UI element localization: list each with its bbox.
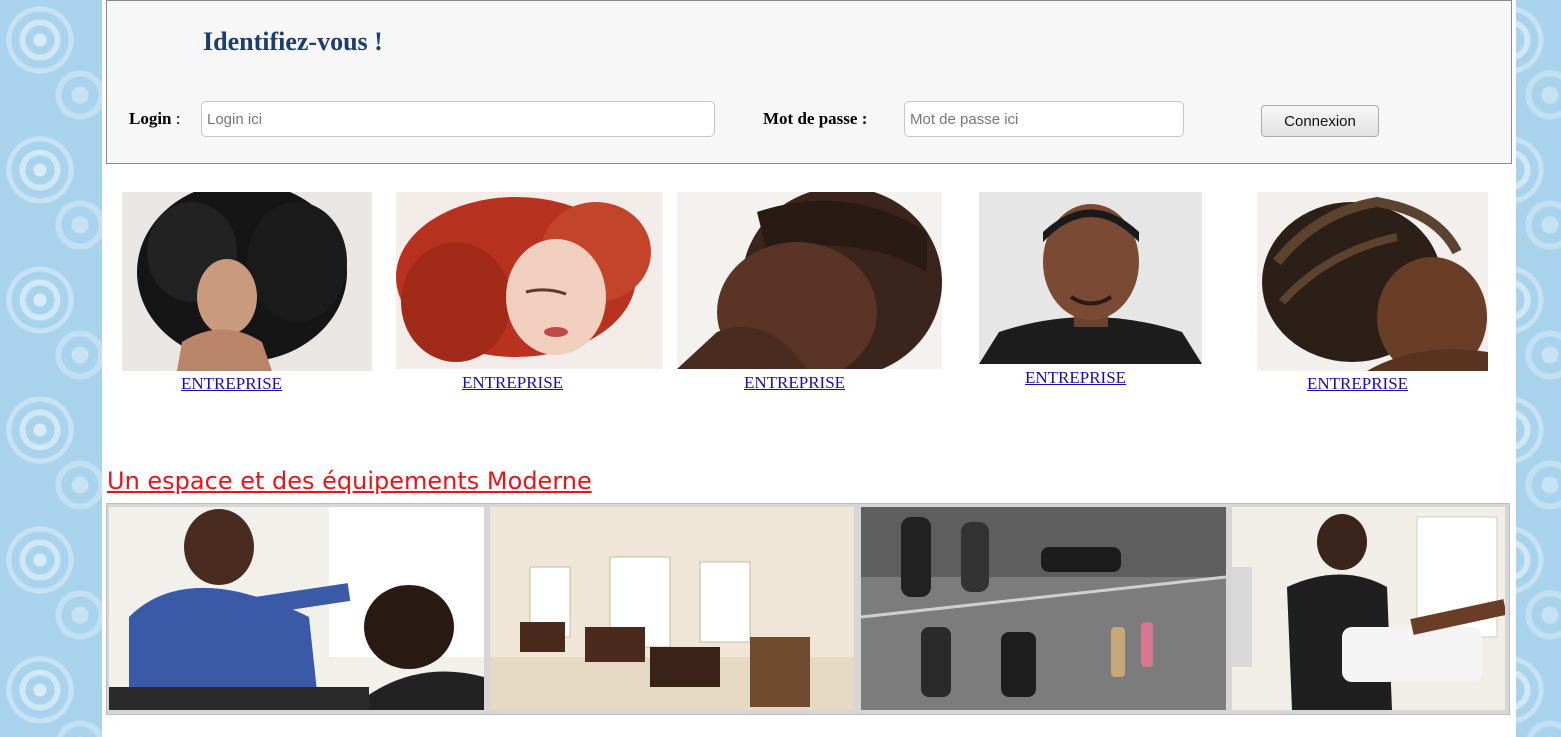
login-label: Login [129,109,172,128]
login-title: Identifiez-vous ! [203,27,383,56]
red-hair-woman-photo [396,192,662,369]
password-label: Mot de passe : [763,109,868,128]
equipment-gallery [106,503,1510,715]
company-card-3-link[interactable]: ENTREPRISE [744,373,845,393]
curly-hair-woman-photo [122,192,372,371]
page-container: Identifiez-vous ! Login : Mot de passe :… [102,0,1516,737]
login-input[interactable] [201,101,715,137]
section-title[interactable]: Un espace et des équipements Moderne [107,467,592,495]
barber-cutting-hair-photo [109,507,484,710]
password-label-wrap: Mot de passe : [763,109,867,129]
company-card-4-link[interactable]: ENTREPRISE [1025,368,1126,388]
connexion-button[interactable]: Connexion [1261,105,1379,137]
company-card-1-link[interactable]: ENTREPRISE [181,374,282,394]
clippers-display-photo [861,507,1226,710]
login-label-wrap: Login : [129,109,181,129]
company-card-2-link[interactable]: ENTREPRISE [462,373,563,393]
salon-interior-photo [490,507,854,710]
password-input[interactable] [904,101,1184,137]
login-colon: : [171,109,181,128]
login-panel: Identifiez-vous ! Login : Mot de passe :… [106,0,1512,164]
man-portrait-photo [979,192,1202,364]
pedicure-photo [1232,507,1505,710]
man-haircut-profile-photo [677,192,942,369]
braided-hair-woman-photo [1257,192,1488,371]
company-card-5-link[interactable]: ENTREPRISE [1307,374,1408,394]
